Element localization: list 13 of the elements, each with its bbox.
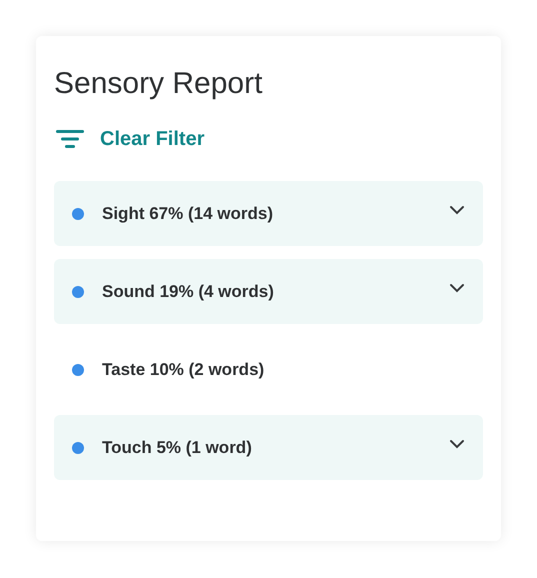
sense-row[interactable]: Sight 67% (14 words) <box>54 181 483 246</box>
chevron-down-icon <box>449 438 465 448</box>
chevron-down-icon <box>449 204 465 214</box>
chevron-down-icon <box>449 282 465 292</box>
clear-filter-link[interactable]: Clear Filter <box>54 124 204 154</box>
sense-label: Touch 5% (1 word) <box>102 436 252 459</box>
filter-icon <box>54 128 86 150</box>
sense-label: Sight 67% (14 words) <box>102 202 273 225</box>
sense-label: Sound 19% (4 words) <box>102 280 274 303</box>
sense-row[interactable]: Sound 19% (4 words) <box>54 259 483 324</box>
sense-row[interactable]: Touch 5% (1 word) <box>54 415 483 480</box>
sense-label: Taste 10% (2 words) <box>102 358 264 381</box>
report-title: Sensory Report <box>54 66 262 102</box>
